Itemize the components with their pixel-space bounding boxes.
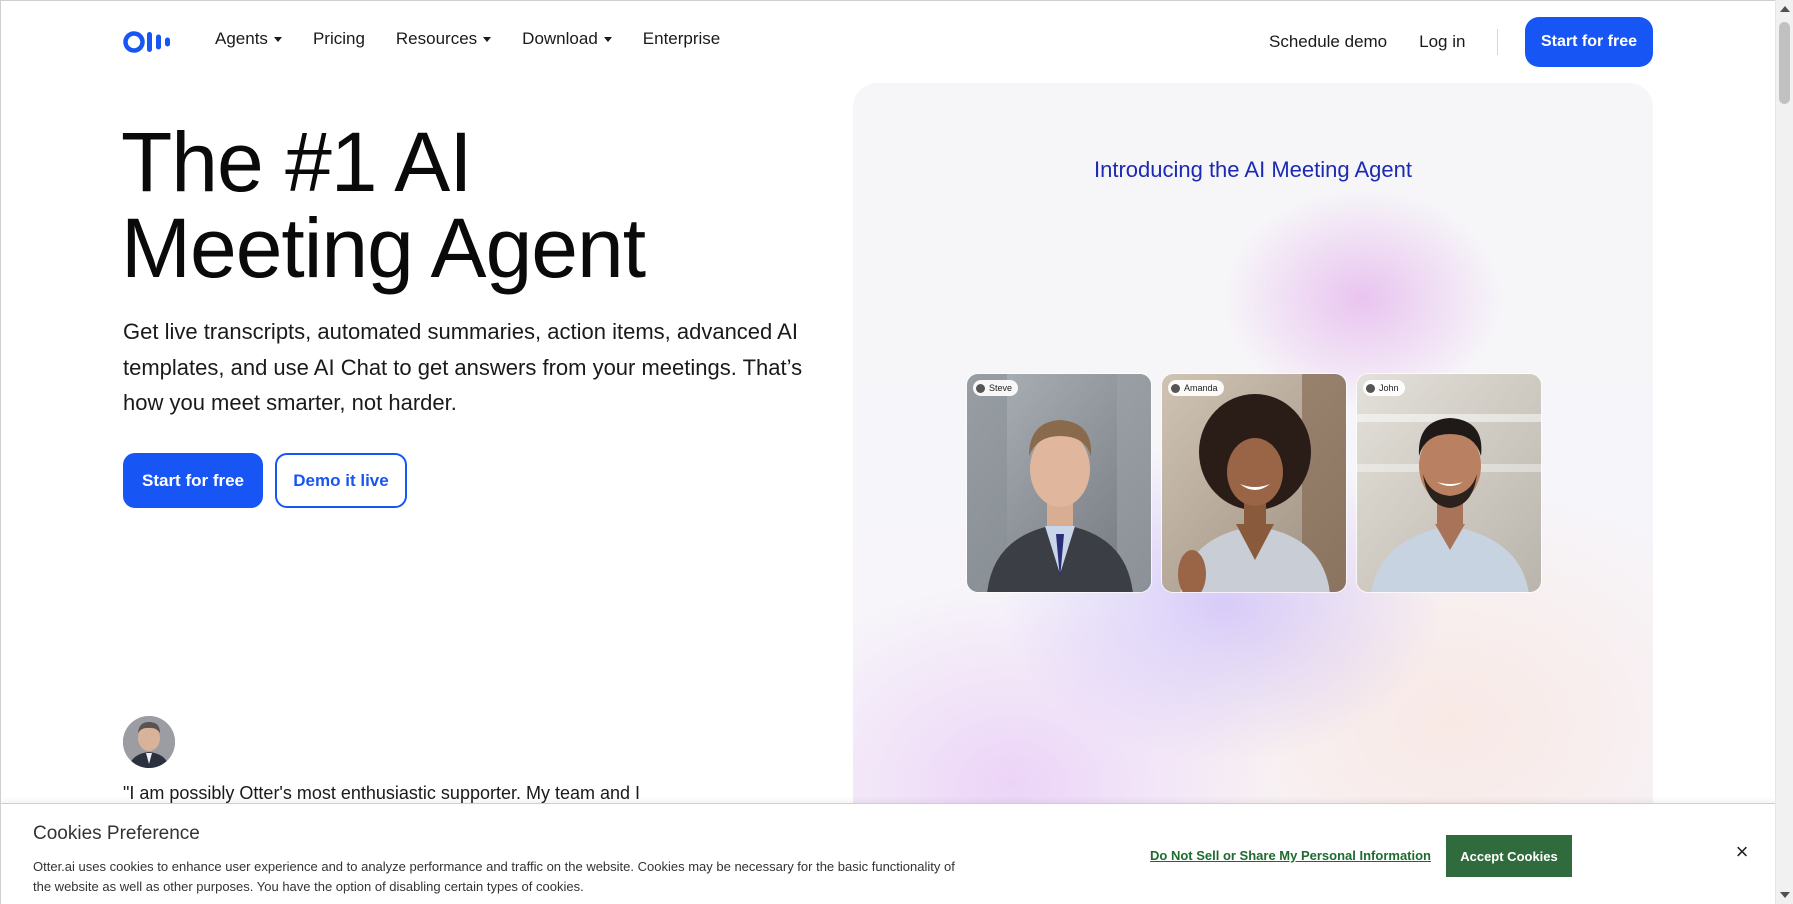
user-icon [976, 383, 985, 393]
log-in-link[interactable]: Log in [1419, 32, 1465, 52]
testimonial-quote: "I am possibly Otter's most enthusiastic… [123, 783, 641, 803]
nav-item-download[interactable]: Download [522, 29, 612, 49]
participant-name-tag: Amanda [1168, 380, 1224, 396]
hero-media-card: Introducing the AI Meeting Agent Steve A… [853, 83, 1653, 904]
nav-item-pricing[interactable]: Pricing [313, 29, 365, 49]
chevron-down-icon [603, 36, 612, 42]
chevron-down-icon [483, 36, 492, 42]
start-free-button[interactable]: Start for free [123, 453, 263, 508]
scrollbar[interactable] [1775, 0, 1793, 904]
nav-item-agents[interactable]: Agents [215, 29, 282, 49]
cookie-description: Otter.ai uses cookies to enhance user ex… [33, 859, 955, 894]
accept-cookies-button[interactable]: Accept Cookies [1446, 835, 1572, 877]
participant-name-tag: Steve [973, 380, 1019, 396]
scroll-down-arrow-icon[interactable] [1780, 892, 1790, 898]
testimonial-avatar [123, 716, 175, 768]
participant-name-tag: John [1363, 380, 1405, 396]
participant-tile: Amanda [1161, 373, 1347, 593]
hero-title: The #1 AI Meeting Agent [121, 119, 821, 291]
nav-divider [1497, 29, 1499, 55]
card-heading: Introducing the AI Meeting Agent [1093, 157, 1412, 182]
demo-live-button[interactable]: Demo it live [275, 453, 407, 508]
participant-photo-john [1357, 374, 1541, 592]
nav-item-label: Resources [395, 29, 478, 48]
nav-item-resources[interactable]: Resources [395, 29, 492, 49]
user-icon [1366, 383, 1375, 393]
participant-name: John [1379, 383, 1399, 393]
do-not-sell-link[interactable]: Do Not Sell or Share My Personal Informa… [1150, 848, 1431, 863]
participant-tile: Steve [966, 373, 1152, 593]
close-icon[interactable]: × [1732, 839, 1752, 864]
nav-item-label: Pricing [312, 29, 365, 48]
scrollbar-thumb[interactable] [1779, 22, 1790, 104]
participant-name: Steve [989, 383, 1013, 393]
nav-right: Schedule demo Log in [1269, 29, 1530, 55]
participant-tile: John [1356, 373, 1542, 593]
nav-links: Agents Pricing Resources Download Enterp… [215, 29, 751, 49]
hero-cta-group: Start for free Demo it live [123, 453, 407, 508]
nav-item-label: Download [522, 29, 598, 48]
nav-item-enterprise[interactable]: Enterprise [643, 29, 720, 49]
start-free-nav-button[interactable]: Start for free [1525, 17, 1653, 67]
cookie-banner: Cookies Preference Otter.ai uses cookies… [1, 803, 1775, 904]
nav-item-label: Agents [215, 29, 268, 48]
hero-title-line-1: The #1 AI [121, 115, 473, 209]
user-icon [1171, 383, 1180, 393]
schedule-demo-link[interactable]: Schedule demo [1269, 32, 1387, 52]
scroll-up-arrow-icon[interactable] [1780, 6, 1790, 12]
top-nav: Agents Pricing Resources Download Enterp… [1, 1, 1775, 81]
participant-photo-amanda [1162, 374, 1346, 592]
participant-photo-steve [967, 374, 1151, 592]
video-tiles: Steve Amanda John [966, 373, 1542, 593]
hero-title-line-2: Meeting Agent [121, 201, 646, 295]
cookie-title: Cookies Preference [33, 823, 200, 844]
page: Agents Pricing Resources Download Enterp… [0, 0, 1775, 904]
hero-subtitle: Get live transcripts, automated summarie… [123, 319, 803, 415]
chevron-down-icon [273, 36, 282, 42]
participant-name: Amanda [1184, 383, 1218, 393]
otter-logo[interactable] [123, 31, 181, 53]
nav-item-label: Enterprise [642, 29, 721, 48]
